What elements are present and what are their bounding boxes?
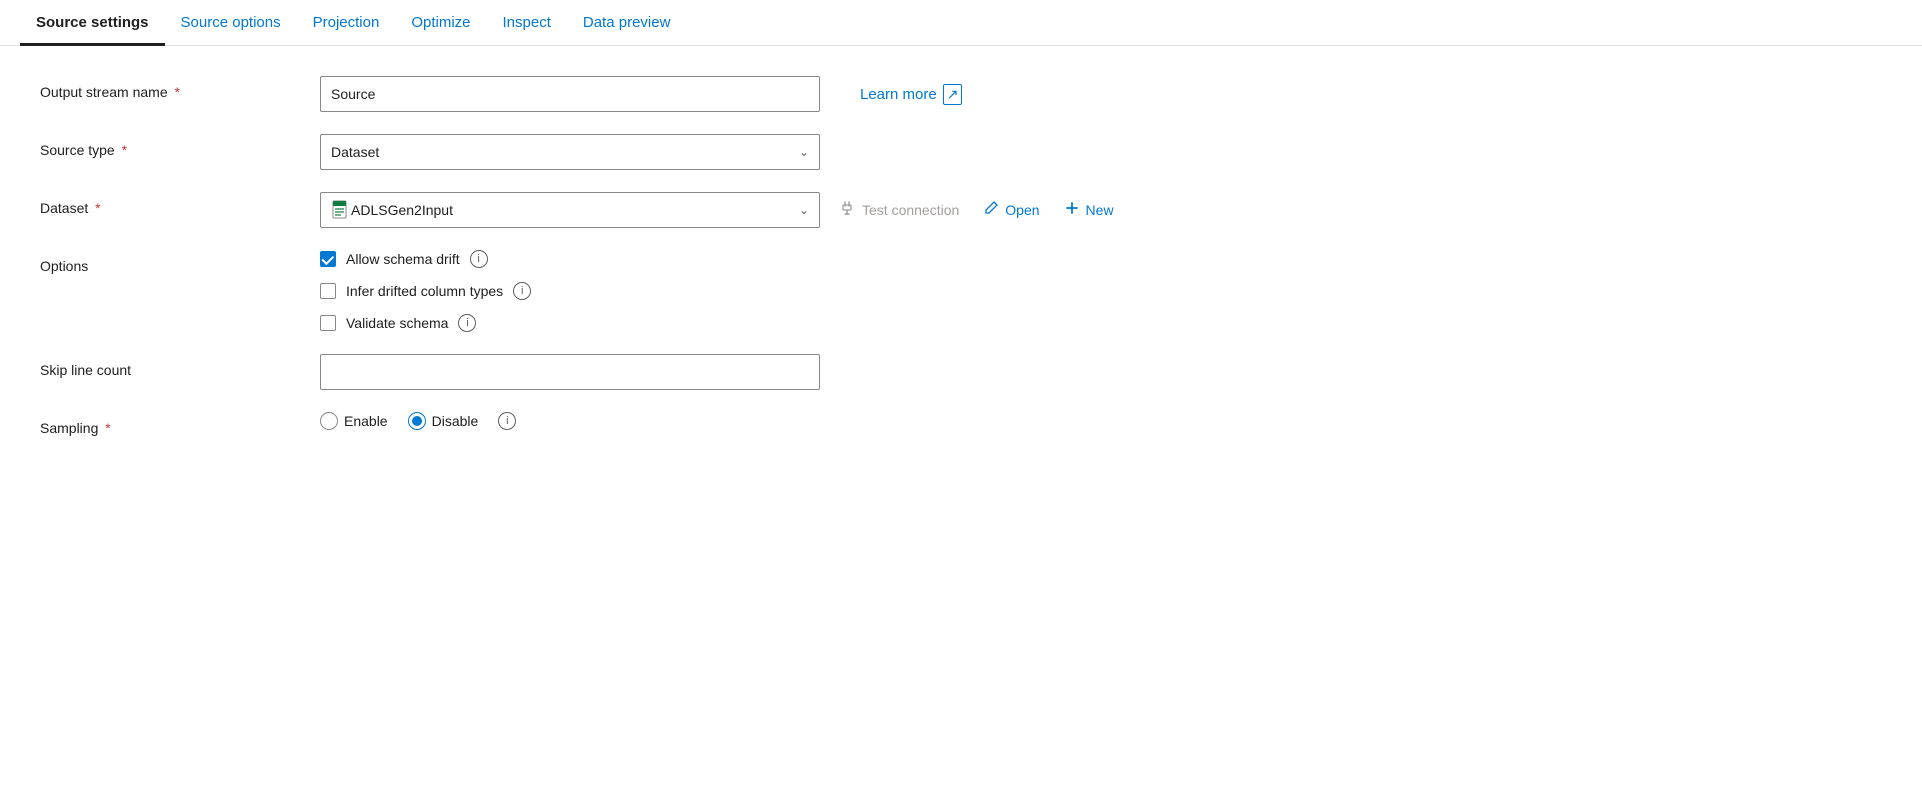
dataset-row: Dataset * ADLSGen2Input ⌄ (40, 192, 1882, 228)
dataset-file-icon (331, 200, 351, 220)
sampling-radio-group: Enable Disable i (320, 412, 516, 430)
options-checkboxes: Allow schema drift i Infer drifted colum… (320, 250, 531, 332)
dataset-chevron-icon: ⌄ (799, 203, 809, 217)
allow-schema-drift-checkbox[interactable] (320, 251, 336, 267)
skip-line-count-row: Skip line count (40, 354, 1882, 390)
infer-drifted-column-types-row: Infer drifted column types i (320, 282, 531, 300)
dataset-action-buttons: Test connection Open (840, 200, 1114, 221)
validate-schema-checkbox[interactable] (320, 315, 336, 331)
tab-optimize[interactable]: Optimize (395, 0, 486, 46)
sampling-label: Sampling * (40, 412, 320, 436)
sampling-disable-option[interactable]: Disable (408, 412, 479, 430)
allow-schema-drift-row: Allow schema drift i (320, 250, 531, 268)
options-control-area: Allow schema drift i Infer drifted colum… (320, 250, 1882, 332)
output-stream-name-input[interactable] (320, 76, 820, 112)
pencil-icon (983, 200, 999, 221)
open-button[interactable]: Open (983, 200, 1039, 221)
tab-data-preview[interactable]: Data preview (567, 0, 687, 46)
skip-line-count-input[interactable] (320, 354, 820, 390)
learn-more-link[interactable]: Learn more ↗ (860, 84, 962, 105)
app-container: Source settings Source options Projectio… (0, 0, 1922, 785)
output-stream-name-control-area: Learn more ↗ (320, 76, 1882, 112)
sampling-row: Sampling * Enable Disable i (40, 412, 1882, 448)
source-type-select[interactable]: Dataset ⌄ (320, 134, 820, 170)
options-row: Options Allow schema drift i Inf (40, 250, 1882, 332)
output-stream-name-row: Output stream name * Learn more ↗ (40, 76, 1882, 112)
dataset-control-area: ADLSGen2Input ⌄ Test conn (320, 192, 1882, 228)
skip-line-count-label: Skip line count (40, 354, 320, 378)
dataset-select[interactable]: ADLSGen2Input ⌄ (320, 192, 820, 228)
new-button[interactable]: New (1064, 200, 1114, 221)
test-connection-button[interactable]: Test connection (840, 200, 959, 221)
sampling-enable-option[interactable]: Enable (320, 412, 388, 430)
skip-line-count-control-area (320, 354, 1882, 390)
required-star-output: * (171, 84, 180, 100)
sampling-disable-radio[interactable] (408, 412, 426, 430)
plus-icon (1064, 200, 1080, 221)
source-type-chevron-icon: ⌄ (799, 145, 809, 159)
required-star-dataset: * (91, 200, 100, 216)
tab-bar: Source settings Source options Projectio… (0, 0, 1922, 46)
tab-source-settings[interactable]: Source settings (20, 0, 165, 46)
sampling-info-icon[interactable]: i (498, 412, 516, 430)
sampling-enable-radio[interactable] (320, 412, 338, 430)
sampling-control-area: Enable Disable i (320, 412, 1882, 430)
options-label: Options (40, 250, 320, 274)
allow-schema-drift-info-icon[interactable]: i (470, 250, 488, 268)
tab-projection[interactable]: Projection (297, 0, 396, 46)
output-stream-name-label: Output stream name * (40, 76, 320, 100)
tab-source-options[interactable]: Source options (165, 0, 297, 46)
form-content: Output stream name * Learn more ↗ Source… (0, 46, 1922, 785)
source-type-row: Source type * Dataset ⌄ (40, 134, 1882, 170)
required-star-source-type: * (118, 142, 127, 158)
source-type-control-area: Dataset ⌄ (320, 134, 1882, 170)
external-link-icon: ↗ (943, 84, 963, 105)
dataset-label: Dataset * (40, 192, 320, 216)
validate-schema-row: Validate schema i (320, 314, 531, 332)
infer-drifted-column-types-checkbox[interactable] (320, 283, 336, 299)
infer-drifted-info-icon[interactable]: i (513, 282, 531, 300)
required-star-sampling: * (101, 420, 110, 436)
tab-inspect[interactable]: Inspect (487, 0, 567, 46)
source-type-label: Source type * (40, 134, 320, 158)
plug-icon (840, 200, 856, 221)
validate-schema-info-icon[interactable]: i (458, 314, 476, 332)
